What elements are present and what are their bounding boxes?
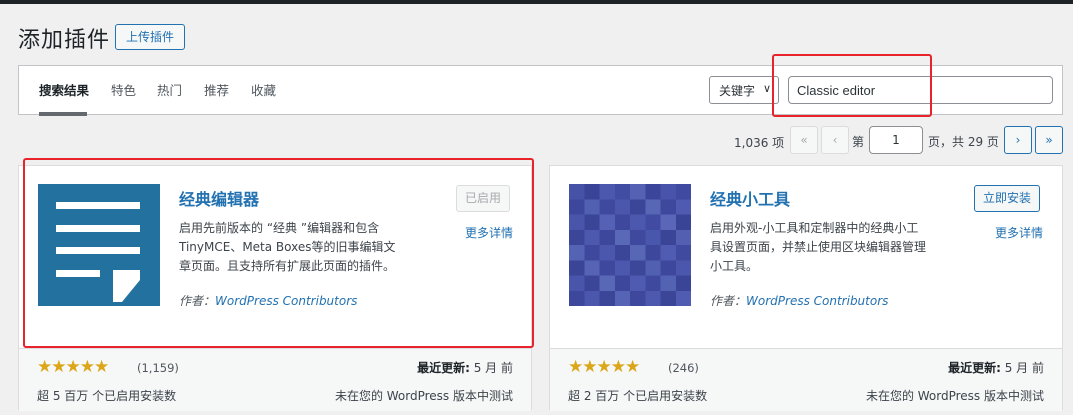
first-page-button[interactable]: « — [790, 126, 818, 154]
last-updated: 最近更新: 5 月 前 — [948, 361, 1044, 375]
rating-count: (246) — [668, 361, 699, 375]
compatibility-note: 未在您的 WordPress 版本中测试 — [865, 389, 1044, 403]
author-link[interactable]: WordPress Contributors — [746, 294, 888, 308]
active-installs: 超 5 百万 个已启用安装数 — [37, 389, 177, 403]
admin-top-bar — [0, 0, 1073, 4]
current-page-input[interactable]: 1 — [869, 126, 923, 154]
install-now-button[interactable]: 立即安装 — [974, 185, 1041, 212]
card-highlight-box — [23, 158, 534, 348]
compatibility-note: 未在您的 WordPress 版本中测试 — [334, 389, 513, 403]
plugin-card-footer: ★★★★★ (1,159) 超 5 百万 个已启用安装数 最近更新: 5 月 前… — [19, 348, 531, 411]
search-type-value: 关键字 — [719, 84, 756, 98]
active-installs: 超 2 百万 个已启用安装数 — [568, 389, 708, 403]
last-updated: 最近更新: 5 月 前 — [417, 361, 513, 375]
upload-plugin-button[interactable]: 上传插件 — [115, 24, 186, 50]
tab-featured[interactable]: 特色 — [111, 80, 136, 99]
plugin-author: 作者：WordPress Contributors — [710, 294, 889, 308]
search-highlight-box — [772, 54, 932, 117]
page-title: 添加插件 — [18, 28, 111, 53]
tab-recommended[interactable]: 推荐 — [204, 80, 229, 99]
rating-count: (1,159) — [137, 361, 179, 375]
classic-widgets-icon — [569, 184, 691, 306]
page-total: 页，共 29 页 — [928, 135, 999, 149]
current-tab-indicator — [39, 112, 87, 116]
tab-popular[interactable]: 热门 — [157, 80, 182, 99]
items-count: 1,036 项 — [734, 136, 785, 150]
prev-page-button[interactable]: ‹ — [821, 126, 849, 154]
tab-favorites[interactable]: 收藏 — [251, 80, 276, 99]
more-details-link[interactable]: 更多详情 — [995, 224, 1043, 241]
plugin-card-classic-widgets: 经典小工具 立即安装 更多详情 启用外观-小工具和定制器中的经典小工具设置页面，… — [549, 165, 1063, 411]
search-type-select[interactable]: 关键字 ∨ — [709, 76, 779, 104]
tab-search-results[interactable]: 搜索结果 — [39, 80, 89, 99]
star-rating-icon: ★★★★★ — [568, 357, 640, 377]
plugin-description: 启用外观-小工具和定制器中的经典小工具设置页面，并禁止使用区块编辑器管理小工具。 — [710, 221, 927, 273]
chevron-down-icon: ∨ — [762, 82, 771, 95]
last-page-button[interactable]: » — [1035, 126, 1063, 154]
plugin-name-link[interactable]: 经典小工具 — [710, 186, 790, 210]
star-rating-icon: ★★★★★ — [37, 357, 109, 377]
next-page-button[interactable]: › — [1004, 126, 1032, 154]
page-prefix: 第 — [852, 135, 865, 149]
plugin-card-footer: ★★★★★ (246) 超 2 百万 个已启用安装数 最近更新: 5 月 前 未… — [550, 348, 1062, 411]
